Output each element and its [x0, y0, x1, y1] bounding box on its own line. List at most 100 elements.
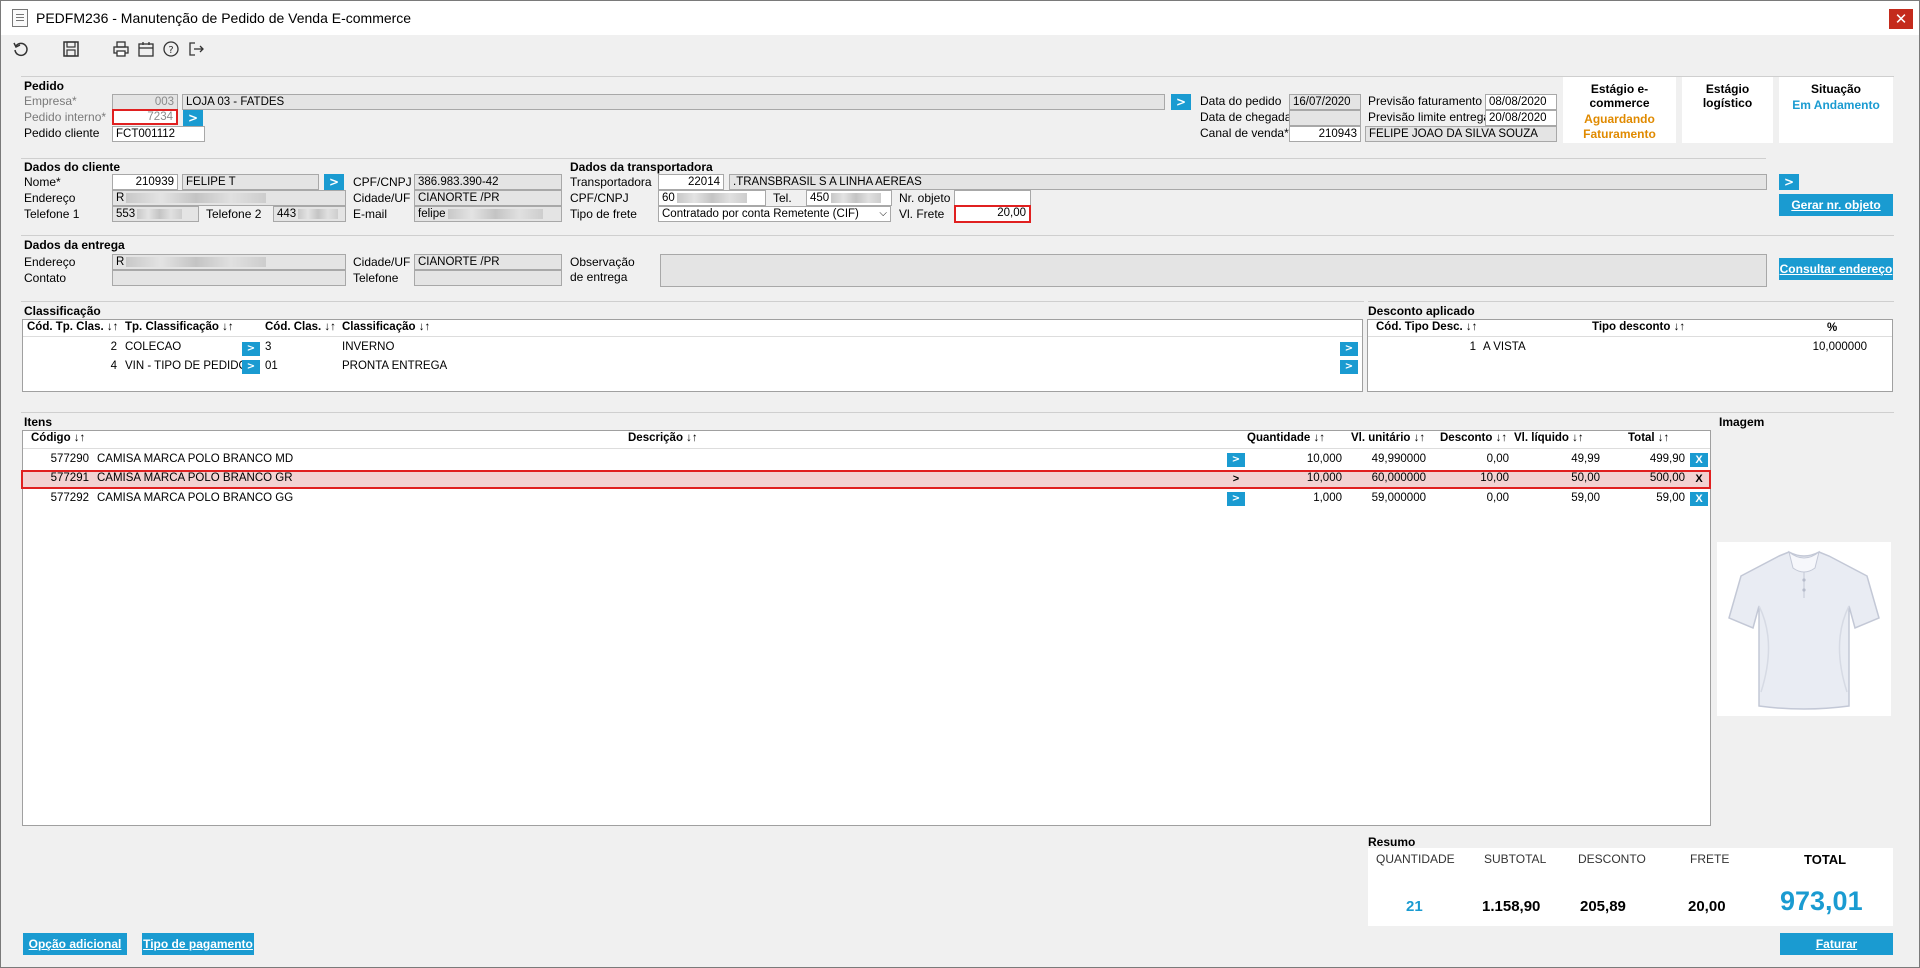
table-cell: 577291 — [50, 472, 89, 484]
row-open-button[interactable]: > — [242, 342, 260, 356]
save-icon[interactable] — [61, 39, 81, 59]
tipo-frete-value: Contratado por conta Remetente (CIF) — [662, 208, 859, 220]
consultar-endereco-button[interactable]: Consultar endereço — [1779, 258, 1893, 280]
entrega-telefone-field — [414, 270, 562, 286]
cliente-lookup-button[interactable]: > — [324, 174, 344, 190]
item-open-button[interactable]: > — [1227, 472, 1245, 486]
situacao-label: Situação — [1810, 82, 1861, 96]
transportadora-tel-value: 450 — [810, 192, 830, 204]
table-cell: CAMISA MARCA POLO BRANCO GR — [97, 472, 293, 484]
remove-item-button[interactable]: X — [1690, 453, 1708, 467]
redacted-text — [447, 208, 543, 219]
nr-objeto-field[interactable] — [954, 190, 1031, 206]
calendar-icon[interactable] — [136, 39, 156, 59]
table-cell: 59,000000 — [1371, 492, 1426, 504]
data-chegada-field — [1289, 110, 1361, 126]
canal-venda-code-field[interactable]: 210943 — [1289, 126, 1361, 142]
resumo-frete-value: 20,00 — [1688, 898, 1726, 915]
grid-header-line — [23, 448, 1710, 449]
table-cell: 1,000 — [1313, 492, 1342, 504]
data-pedido-label: Data do pedido — [1200, 94, 1282, 108]
cliente-tel2-field: 443 — [273, 206, 346, 222]
grid-header[interactable]: Vl. líquido ↓↑ — [1514, 432, 1584, 444]
divider — [21, 158, 1766, 159]
pedido-interno-field[interactable]: 7234 — [112, 109, 178, 125]
grid-header[interactable]: Cód. Clas. ↓↑ — [265, 321, 336, 333]
row-open-button[interactable]: > — [1340, 342, 1358, 356]
observacao-entrega-field[interactable] — [660, 254, 1767, 287]
pedido-cliente-field[interactable]: FCT001112 — [112, 126, 205, 142]
cliente-code-field[interactable]: 210939 — [112, 174, 178, 190]
divider — [21, 412, 1894, 413]
cliente-endereco-field: R — [112, 190, 346, 206]
grid-header[interactable]: Total ↓↑ — [1628, 432, 1669, 444]
gerar-nr-objeto-button[interactable]: Gerar nr. objeto — [1779, 194, 1893, 216]
itens-grid — [22, 430, 1711, 826]
empresa-code-field[interactable]: 003 — [112, 94, 178, 110]
table-cell: CAMISA MARCA POLO BRANCO GG — [97, 492, 294, 504]
cliente-tel2-label: Telefone 2 — [206, 207, 262, 221]
help-icon[interactable]: ? — [161, 39, 181, 59]
observacao-label-line1: Observação — [570, 255, 635, 269]
pedido-section-title: Pedido — [24, 79, 65, 93]
canal-venda-label: Canal de venda* — [1200, 126, 1289, 140]
redacted-text — [126, 192, 267, 203]
tipo-pagamento-button[interactable]: Tipo de pagamento — [142, 933, 254, 955]
remove-item-button[interactable]: X — [1690, 472, 1708, 486]
grid-header[interactable]: Quantidade ↓↑ — [1247, 432, 1325, 444]
cliente-endereco-value: R — [116, 192, 125, 204]
entrega-section-title: Dados da entrega — [24, 238, 125, 252]
print-icon[interactable] — [111, 39, 131, 59]
grid-header-line — [23, 336, 1362, 337]
prev-limite-entrega-field[interactable]: 20/08/2020 — [1485, 110, 1557, 126]
transportadora-tel-field[interactable]: 450 — [806, 190, 892, 206]
cliente-cpf-label: CPF/CNPJ — [353, 175, 412, 189]
item-open-button[interactable]: > — [1227, 453, 1245, 467]
remove-item-button[interactable]: X — [1690, 492, 1708, 506]
toolbar: ? — [1, 35, 1919, 63]
item-open-button[interactable]: > — [1227, 492, 1245, 506]
grid-header[interactable]: Tipo desconto ↓↑ — [1592, 321, 1685, 333]
grid-header[interactable]: Descrição ↓↑ — [628, 432, 698, 444]
grid-header[interactable]: Desconto ↓↑ — [1440, 432, 1507, 444]
canal-venda-name-field: FELIPE JOAO DA SILVA SOUZA — [1365, 126, 1557, 142]
cliente-nome-label: Nome* — [24, 175, 61, 189]
transportadora-tel-label: Tel. — [773, 191, 792, 205]
table-cell: 10,000 — [1306, 472, 1342, 484]
close-window-button[interactable]: ✕ — [1889, 9, 1913, 29]
transportadora-label: Transportadora — [570, 175, 652, 189]
grid-header[interactable]: % — [1827, 322, 1837, 334]
svg-text:?: ? — [168, 45, 173, 56]
grid-header[interactable]: Código ↓↑ — [31, 432, 85, 444]
transportadora-lookup-button[interactable]: > — [1779, 174, 1799, 190]
transportadora-code-field[interactable]: 22014 — [658, 174, 724, 190]
cliente-email-field: felipe — [414, 206, 562, 222]
row-open-button[interactable]: > — [242, 360, 260, 374]
data-chegada-label: Data de chegada — [1200, 110, 1292, 124]
table-cell: CAMISA MARCA POLO BRANCO MD — [97, 453, 294, 465]
grid-header[interactable]: Cód. Tipo Desc. ↓↑ — [1376, 321, 1477, 333]
grid-header[interactable]: Cód. Tp. Clas. ↓↑ — [27, 321, 118, 333]
prev-faturamento-field[interactable]: 08/08/2020 — [1485, 94, 1557, 110]
tipo-frete-select[interactable]: Contratado por conta Remetente (CIF) ⌵ — [658, 206, 891, 222]
vl-frete-field[interactable]: 20,00 — [954, 205, 1031, 223]
row-open-button[interactable]: > — [1340, 360, 1358, 374]
exit-icon[interactable] — [186, 39, 206, 59]
tipo-frete-label: Tipo de frete — [570, 207, 637, 221]
pedido-interno-lookup-button[interactable]: > — [183, 110, 203, 126]
refresh-icon[interactable] — [11, 39, 31, 59]
grid-header[interactable]: Classificação ↓↑ — [342, 321, 430, 333]
redacted-text — [126, 256, 267, 267]
grid-header[interactable]: Tp. Classificação ↓↑ — [125, 321, 234, 333]
table-cell: 499,90 — [1649, 453, 1685, 465]
cliente-tel1-field: 553 — [112, 206, 199, 222]
faturar-button[interactable]: Faturar — [1780, 933, 1893, 955]
cliente-email-label: E-mail — [353, 207, 388, 221]
table-cell: 10,000000 — [1812, 341, 1867, 353]
opcao-adicional-button[interactable]: Opção adicional — [23, 933, 127, 955]
table-cell: A VISTA — [1483, 341, 1526, 353]
transportadora-cpf-field[interactable]: 60 — [658, 190, 766, 206]
grid-header[interactable]: Vl. unitário ↓↑ — [1351, 432, 1425, 444]
empresa-name-field: LOJA 03 - FATDES — [182, 94, 1165, 110]
empresa-lookup-button[interactable]: > — [1171, 94, 1191, 110]
